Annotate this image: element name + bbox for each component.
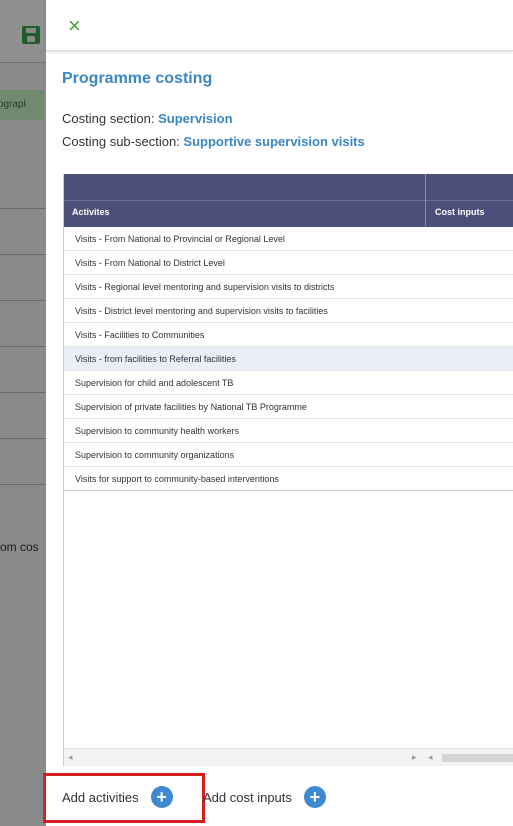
add-cost-inputs-button[interactable]: Add cost inputs +: [203, 786, 326, 808]
background-divider: [0, 300, 46, 301]
grid-header-top: [64, 174, 513, 200]
background-divider: [0, 438, 46, 439]
grid-rows: Visits - From National to Provincial or …: [64, 227, 513, 491]
programme-costing-panel: × Programme costing Costing section: Sup…: [46, 0, 513, 826]
activity-row-selected[interactable]: Visits - from facilities to Referral fac…: [64, 347, 513, 371]
add-activities-label: Add activities: [62, 789, 139, 805]
scrollbar-thumb[interactable]: [442, 754, 513, 762]
background-text: om cos: [0, 540, 39, 554]
background-divider: [0, 346, 46, 347]
column-header-activities[interactable]: Activites: [72, 207, 110, 217]
background-divider: [0, 392, 46, 393]
close-icon[interactable]: ×: [68, 15, 88, 37]
scroll-left-icon[interactable]: ◂: [68, 752, 73, 763]
costing-section: Costing section: Supervision: [62, 111, 233, 126]
background-divider: [0, 208, 46, 209]
costing-subsection-label: Costing sub-section:: [62, 134, 180, 149]
activity-row[interactable]: Supervision to community health workers: [64, 419, 513, 443]
background-tab: ograpl: [0, 90, 44, 120]
activity-row[interactable]: Visits - From National to District Level: [64, 251, 513, 275]
costing-section-label: Costing section:: [62, 111, 155, 126]
scroll-right-icon[interactable]: ▸: [412, 752, 417, 763]
costing-subsection: Costing sub-section: Supportive supervis…: [62, 134, 365, 149]
costing-subsection-value: Supportive supervision visits: [183, 134, 365, 149]
activity-row[interactable]: Visits - District level mentoring and su…: [64, 299, 513, 323]
add-cost-inputs-label: Add cost inputs: [203, 789, 292, 805]
background-topbar: [0, 0, 46, 63]
page-title: Programme costing: [62, 70, 213, 87]
activity-row[interactable]: Supervision to community organizations: [64, 443, 513, 467]
save-icon: [22, 26, 40, 44]
activity-row[interactable]: Visits - Facilities to Communities: [64, 323, 513, 347]
plus-icon: +: [150, 786, 173, 808]
background-divider: [0, 254, 46, 255]
activity-row[interactable]: Visits - Regional level mentoring and su…: [64, 275, 513, 299]
header-separator: [425, 174, 426, 226]
scroll-left-icon[interactable]: ◂: [428, 752, 433, 763]
activities-grid: Activites Cost inputs Visits - From Nati…: [63, 174, 513, 766]
activity-row[interactable]: Supervision of private facilities by Nat…: [64, 395, 513, 419]
horizontal-scrollbar[interactable]: ◂ ▸ ◂: [64, 748, 513, 766]
plus-icon: +: [303, 786, 326, 808]
costing-section-value: Supervision: [158, 111, 233, 126]
background-app: ograpl om cos: [0, 0, 46, 826]
activity-row[interactable]: Visits - From National to Provincial or …: [64, 227, 513, 251]
add-activities-button[interactable]: Add activities +: [62, 786, 173, 808]
activity-row[interactable]: Visits for support to community-based in…: [64, 467, 513, 491]
activity-row[interactable]: Supervision for child and adolescent TB: [64, 371, 513, 395]
background-divider: [0, 484, 46, 485]
column-header-cost-inputs[interactable]: Cost inputs: [435, 207, 485, 217]
panel-header: ×: [46, 0, 513, 51]
